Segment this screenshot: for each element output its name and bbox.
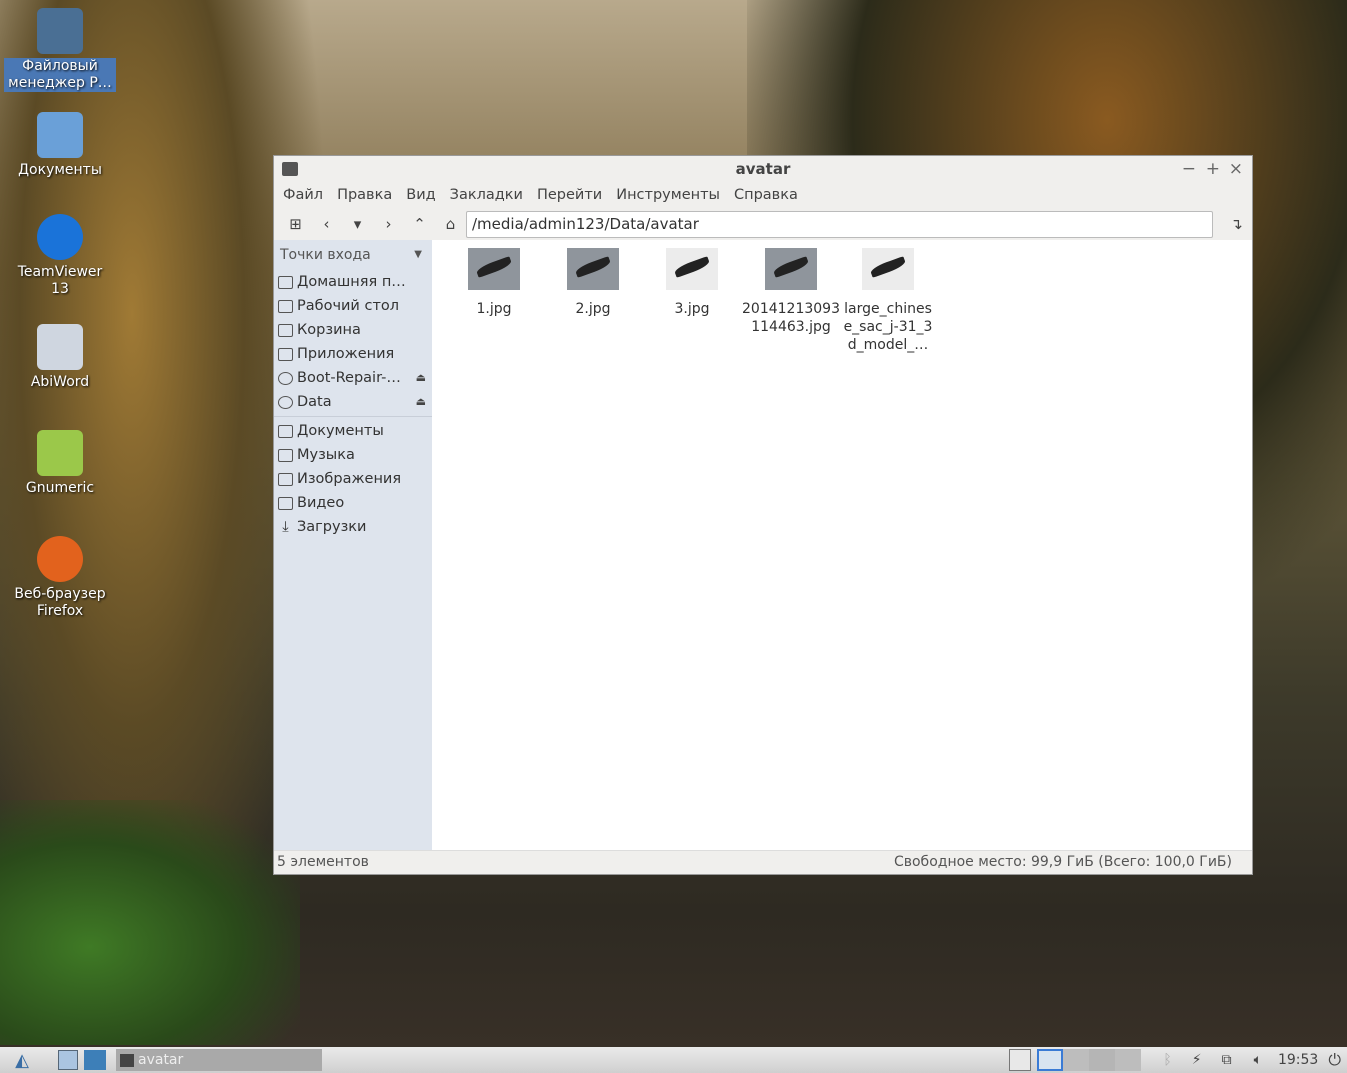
document-icon <box>278 424 293 438</box>
download-icon: ⤓ <box>282 518 289 535</box>
image-thumbnail <box>862 248 914 290</box>
power-manager-icon[interactable]: ⚡ <box>1192 1052 1202 1068</box>
applications-icon <box>278 347 293 361</box>
file-item[interactable]: 20141213093 114463.jpg <box>741 248 841 336</box>
teamviewer-icon <box>37 214 83 260</box>
folder-icon <box>37 8 83 54</box>
desktop-icon-file-manager[interactable]: Файловый менеджер P… <box>4 8 116 92</box>
film-icon <box>278 496 293 510</box>
sidebar-item-documents[interactable]: Документы <box>274 419 432 443</box>
menu-file[interactable]: Файл <box>276 183 330 208</box>
browser-launcher-icon[interactable] <box>84 1050 106 1070</box>
file-item[interactable]: large_chines e_sac_j-31_3 d_model_… <box>840 248 936 354</box>
start-menu-icon[interactable]: ◭ <box>0 1050 44 1071</box>
menu-bookmarks[interactable]: Закладки <box>443 183 530 208</box>
sidebar-header[interactable]: Точки входа ▼ <box>274 240 432 270</box>
menu-help[interactable]: Справка <box>727 183 805 208</box>
window-title: avatar <box>735 160 791 178</box>
history-dropdown-icon[interactable]: ▾ <box>342 215 373 233</box>
workspace-switcher[interactable] <box>1037 1049 1142 1071</box>
sidebar-item-downloads[interactable]: ⤓ Загрузки <box>274 515 432 539</box>
music-icon <box>278 448 293 462</box>
menu-bar: Файл Правка Вид Закладки Перейти Инструм… <box>274 183 1252 208</box>
sidebar-item-data[interactable]: Data ⏏ <box>274 390 432 414</box>
menu-tools[interactable]: Инструменты <box>609 183 727 208</box>
sidebar: Точки входа ▼ Домашняя п… Рабочий стол Ко… <box>274 240 432 850</box>
menu-edit[interactable]: Правка <box>330 183 399 208</box>
eject-icon[interactable]: ⏏ <box>416 390 426 414</box>
clock[interactable]: 19:53 <box>1278 1052 1318 1068</box>
home-icon <box>278 275 293 289</box>
desktop-icon-gnumeric[interactable]: Gnumeric <box>4 430 116 497</box>
file-manager-launcher-icon[interactable] <box>58 1050 78 1070</box>
sidebar-item-trash[interactable]: Корзина <box>274 318 432 342</box>
sidebar-item-pictures[interactable]: Изображения <box>274 467 432 491</box>
toolbar: ⊞ ‹ ▾ › ⌃ ⌂ /media/admin123/Data/avatar … <box>274 208 1252 240</box>
menu-go[interactable]: Перейти <box>530 183 609 208</box>
close-button[interactable]: × <box>1229 156 1243 183</box>
back-icon[interactable]: ‹ <box>311 215 342 233</box>
file-item[interactable]: 1.jpg <box>444 248 544 318</box>
desktop-icon-abiword[interactable]: AbiWord <box>4 324 116 391</box>
up-icon[interactable]: ⌃ <box>404 215 435 233</box>
image-thumbnail <box>468 248 520 290</box>
desktop-icon-documents[interactable]: Документы <box>4 112 116 179</box>
menu-view[interactable]: Вид <box>399 183 442 208</box>
status-bar: 5 элементов Свободное место: 99,9 ГиБ (В… <box>274 850 1252 874</box>
minimize-button[interactable]: − <box>1182 156 1196 183</box>
file-manager-window: avatar − + × Файл Правка Вид Закладки Пе… <box>273 155 1253 875</box>
sidebar-item-home[interactable]: Домашняя п… <box>274 270 432 294</box>
disk-icon <box>278 371 293 385</box>
item-count: 5 элементов <box>277 854 369 870</box>
volume-icon[interactable]: 🔈︎ <box>1254 1052 1262 1068</box>
image-thumbnail <box>567 248 619 290</box>
gnumeric-icon <box>37 430 83 476</box>
task-button-avatar[interactable]: avatar <box>116 1049 322 1071</box>
eject-icon[interactable]: ⏏ <box>416 366 426 390</box>
image-thumbnail <box>765 248 817 290</box>
title-bar[interactable]: avatar − + × <box>274 156 1252 183</box>
taskbar: ◭ avatar ᛒ ⚡ ⧉ 🔈︎ 19:53 ⏻ <box>0 1047 1347 1073</box>
go-icon[interactable]: ↴ <box>1221 215 1252 233</box>
disk-icon <box>278 395 293 409</box>
home-icon[interactable]: ⌂ <box>435 215 466 233</box>
divider <box>274 416 432 417</box>
forward-icon[interactable]: › <box>373 215 404 233</box>
folder-icon <box>120 1053 134 1067</box>
file-item[interactable]: 3.jpg <box>642 248 742 318</box>
camera-icon <box>278 472 293 486</box>
firefox-icon <box>37 536 83 582</box>
network-icon[interactable]: ⧉ <box>1222 1052 1232 1068</box>
sidebar-item-desktop[interactable]: Рабочий стол <box>274 294 432 318</box>
desktop-icon <box>278 299 293 313</box>
file-view[interactable]: 1.jpg 2.jpg 3.jpg 20141213093 114463.jpg… <box>439 240 1252 850</box>
trash-icon <box>278 323 293 337</box>
desktop-icon-teamviewer[interactable]: TeamViewer 13 <box>4 214 116 298</box>
power-icon[interactable]: ⏻ <box>1328 1050 1341 1070</box>
bluetooth-icon[interactable]: ᛒ <box>1163 1052 1171 1068</box>
show-desktop-icon[interactable] <box>1009 1049 1032 1071</box>
sidebar-item-boot-repair[interactable]: Boot-Repair-… ⏏ <box>274 366 432 390</box>
file-item[interactable]: 2.jpg <box>543 248 643 318</box>
sidebar-item-applications[interactable]: Приложения <box>274 342 432 366</box>
wallpaper-grass <box>0 800 300 1045</box>
sidebar-item-videos[interactable]: Видео <box>274 491 432 515</box>
path-input[interactable]: /media/admin123/Data/avatar <box>466 210 1213 238</box>
folder-icon <box>37 112 83 158</box>
abiword-icon <box>37 324 83 370</box>
image-thumbnail <box>666 248 718 290</box>
sidebar-item-music[interactable]: Музыка <box>274 443 432 467</box>
folder-icon <box>282 162 298 176</box>
new-tab-icon[interactable]: ⊞ <box>280 215 311 233</box>
desktop-icon-firefox[interactable]: Веб-браузер Firefox <box>4 536 116 620</box>
free-space: Свободное место: 99,9 ГиБ (Всего: 100,0 … <box>893 854 1232 870</box>
maximize-button[interactable]: + <box>1206 156 1220 183</box>
